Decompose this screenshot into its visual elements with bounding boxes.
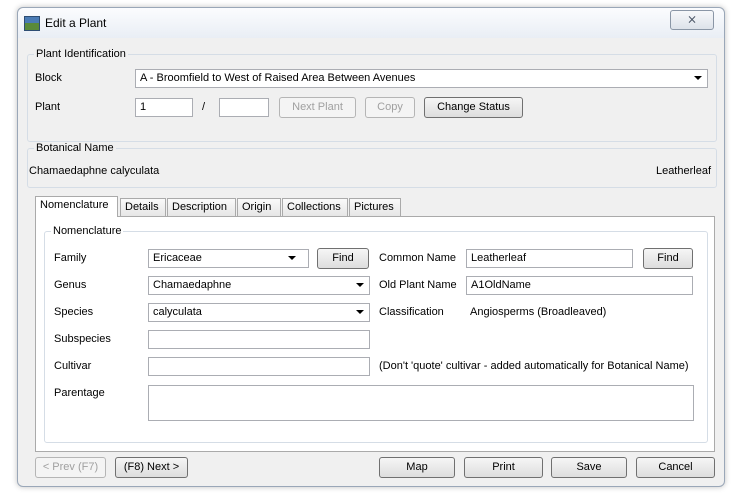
close-button[interactable]: ⨯: [670, 10, 714, 30]
plant-separator: /: [202, 101, 206, 113]
cultivar-note: (Don't 'quote' cultivar - added automati…: [379, 360, 689, 372]
common-name-input[interactable]: Leatherleaf: [466, 249, 633, 268]
next-button[interactable]: (F8) Next >: [115, 457, 188, 478]
genus-select-value: Chamaedaphne: [153, 279, 232, 291]
family-select-value: Ericaceae: [153, 252, 202, 264]
block-select-value: A - Broomfield to West of Raised Area Be…: [140, 72, 416, 84]
cancel-button[interactable]: Cancel: [636, 457, 715, 478]
old-plant-name-input[interactable]: A1OldName: [466, 276, 693, 295]
plant-suffix-input[interactable]: [219, 98, 269, 117]
botanical-name-value: Chamaedaphne calyculata: [29, 165, 160, 177]
genus-label: Genus: [54, 279, 87, 291]
app-icon: [24, 16, 40, 31]
botanical-name-group: Botanical Name Chamaedaphne calyculata L…: [27, 142, 717, 188]
map-button[interactable]: Map: [379, 457, 455, 478]
subspecies-label: Subspecies: [54, 333, 111, 345]
plant-label: Plant: [35, 101, 61, 113]
cultivar-label: Cultivar: [54, 360, 92, 372]
family-label: Family: [54, 252, 87, 264]
family-select[interactable]: Ericaceae: [148, 249, 309, 268]
prev-button[interactable]: < Prev (F7): [35, 457, 106, 478]
botanical-common-name: Leatherleaf: [655, 165, 711, 177]
tab-nomenclature[interactable]: Nomenclature: [35, 196, 118, 217]
tab-pictures[interactable]: Pictures: [349, 198, 401, 216]
genus-select[interactable]: Chamaedaphne: [148, 276, 370, 295]
save-button[interactable]: Save: [551, 457, 627, 478]
nomenclature-group: Nomenclature Family Ericaceae Find Commo…: [44, 225, 708, 443]
cultivar-input[interactable]: [148, 357, 370, 376]
common-name-find-button[interactable]: Find: [643, 248, 693, 269]
chevron-down-icon: [694, 76, 702, 80]
nomenclature-panel: Nomenclature Family Ericaceae Find Commo…: [35, 216, 715, 452]
chevron-down-icon: [288, 256, 296, 260]
tab-description[interactable]: Description: [167, 198, 236, 216]
tab-collections[interactable]: Collections: [282, 198, 348, 216]
window-title: Edit a Plant: [45, 16, 107, 30]
plant-number-input[interactable]: 1: [135, 98, 193, 117]
parentage-input[interactable]: [148, 385, 694, 421]
botanical-name-legend: Botanical Name: [34, 142, 116, 154]
classification-value: Angiosperms (Broadleaved): [470, 306, 607, 318]
tab-details[interactable]: Details: [120, 198, 166, 216]
parentage-label: Parentage: [54, 387, 105, 399]
nomenclature-legend: Nomenclature: [51, 225, 124, 237]
block-label: Block: [35, 72, 62, 84]
classification-label: Classification: [379, 306, 444, 318]
chevron-down-icon: [356, 283, 364, 287]
species-select[interactable]: calyculata: [148, 303, 370, 322]
family-find-button[interactable]: Find: [317, 248, 369, 269]
species-select-value: calyculata: [153, 306, 202, 318]
plant-identification-legend: Plant Identification: [34, 48, 128, 60]
species-label: Species: [54, 306, 94, 318]
change-status-button[interactable]: Change Status: [424, 97, 523, 118]
next-plant-button[interactable]: Next Plant: [279, 97, 356, 118]
edit-plant-window: Edit a Plant ⨯ Plant Identification Bloc…: [17, 7, 725, 487]
copy-button[interactable]: Copy: [365, 97, 415, 118]
common-name-label: Common Name: [379, 252, 457, 264]
print-button[interactable]: Print: [464, 457, 543, 478]
title-bar[interactable]: Edit a Plant ⨯: [18, 8, 724, 38]
old-plant-name-label: Old Plant Name: [379, 279, 457, 291]
block-select[interactable]: A - Broomfield to West of Raised Area Be…: [135, 69, 708, 88]
subspecies-input[interactable]: [148, 330, 370, 349]
chevron-down-icon: [356, 310, 364, 314]
plant-identification-group: Plant Identification Block A - Broomfiel…: [27, 48, 717, 142]
tab-origin[interactable]: Origin: [237, 198, 281, 216]
